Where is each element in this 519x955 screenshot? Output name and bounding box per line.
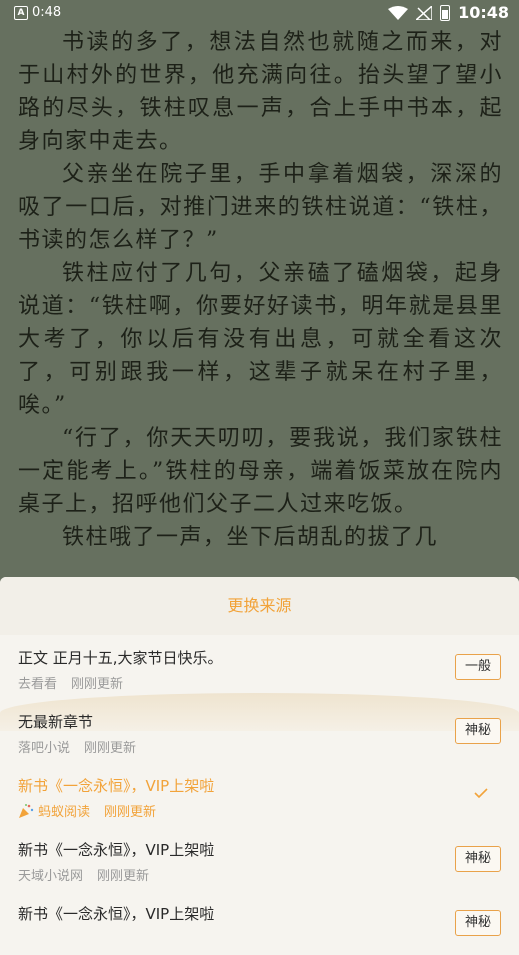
source-item[interactable]: 新书《一念永恒》，VIP上架啦 天域小说网 刚刚更新 神秘	[0, 827, 519, 891]
source-item-title: 无最新章节	[18, 713, 94, 731]
reader-paragraph: “行了，你天天叨叨，要我说，我们家铁柱一定能考上。”铁柱的母亲，端着饭菜放在院内…	[18, 426, 503, 517]
source-name: 蚂蚁阅读	[38, 805, 91, 820]
status-small-time: 0:48	[32, 5, 62, 20]
source-list: 正文 正月十五,大家节日快乐。 去看看 刚刚更新 一般 无最新章节 落吧小说 刚…	[0, 635, 519, 955]
reader-paragraph: 书读的多了，想法自然也就随之而来，对于山村外的世界，他充满向往。抬头望了望小路的…	[18, 30, 503, 154]
source-item-title: 新书《一念永恒》，VIP上架啦	[18, 841, 215, 859]
source-item-title: 新书《一念永恒》，VIP上架啦	[18, 777, 215, 795]
source-name-wrap: 蚂蚁阅读	[18, 801, 90, 820]
source-updated: 刚刚更新	[104, 805, 157, 820]
check-icon	[474, 788, 488, 799]
source-updated: 刚刚更新	[97, 869, 150, 884]
source-item-meta: 天域小说网 刚刚更新	[18, 865, 149, 884]
status-right: 10:48	[388, 3, 509, 22]
reader-paragraph: 父亲坐在院子里，手中拿着烟袋，深深的吸了一口后，对推门进来的铁柱说道：“铁柱，书…	[18, 162, 503, 253]
source-name: 天域小说网	[18, 869, 84, 884]
source-item-meta: 蚂蚁阅读 刚刚更新	[18, 801, 156, 820]
source-quality-tag: 神秘	[455, 846, 501, 872]
source-quality-tag: 神秘	[455, 910, 501, 936]
reader-content[interactable]: 书读的多了，想法自然也就随之而来，对于山村外的世界，他充满向往。抬头望了望小路的…	[18, 26, 503, 554]
accessibility-icon: A	[14, 5, 28, 20]
source-name: 落吧小说	[18, 741, 71, 756]
source-item[interactable]: 无最新章节 落吧小说 刚刚更新 神秘	[0, 699, 519, 763]
source-item-selected[interactable]: 新书《一念永恒》，VIP上架啦 蚂蚁阅读 刚刚更新	[0, 763, 519, 827]
sheet-title: 更换来源	[0, 577, 519, 635]
reader-paragraph: 铁柱应付了几句，父亲磕了磕烟袋，起身说道：“铁柱啊，你要好好读书，明年就是县里大…	[18, 261, 503, 418]
source-item-title: 正文 正月十五,大家节日快乐。	[18, 649, 223, 667]
source-item-title: 新书《一念永恒》，VIP上架啦	[18, 905, 215, 923]
source-quality-tag: 一般	[455, 654, 501, 680]
source-quality-tag: 神秘	[455, 718, 501, 744]
source-item-meta: 落吧小说 刚刚更新	[18, 737, 136, 756]
party-popper-icon	[19, 803, 34, 818]
no-signal-icon	[416, 5, 433, 20]
source-item[interactable]: 正文 正月十五,大家节日快乐。 去看看 刚刚更新 一般	[0, 635, 519, 699]
wifi-icon	[388, 5, 409, 20]
status-left: A 0:48	[14, 5, 61, 20]
source-updated: 刚刚更新	[84, 741, 137, 756]
status-big-time: 10:48	[458, 3, 509, 22]
status-bar: A 0:48 10:48	[0, 0, 519, 28]
change-source-sheet: 更换来源 正文 正月十五,大家节日快乐。 去看看 刚刚更新 一般 无最新章节 落…	[0, 577, 519, 955]
source-item[interactable]: 新书《一念永恒》，VIP上架啦 神秘	[0, 891, 519, 955]
source-name: 去看看	[18, 677, 58, 692]
source-updated: 刚刚更新	[71, 677, 124, 692]
source-item-meta: 去看看 刚刚更新	[18, 673, 123, 692]
reader-paragraph: 铁柱哦了一声，坐下后胡乱的拔了几	[62, 525, 439, 550]
battery-icon	[440, 4, 451, 21]
